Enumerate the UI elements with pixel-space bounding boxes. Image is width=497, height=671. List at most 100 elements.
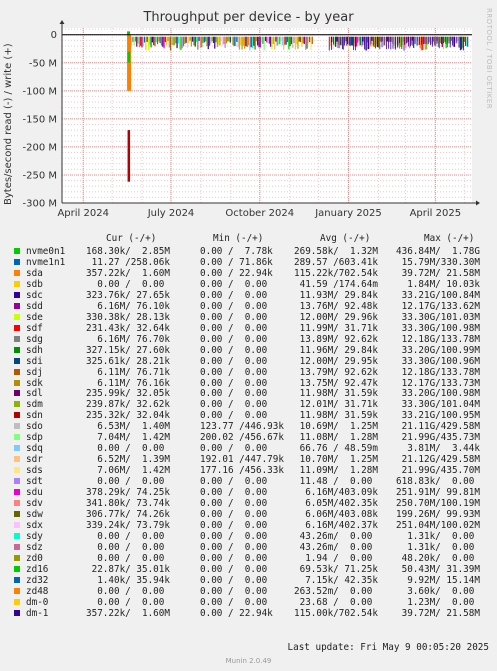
legend-swatch	[14, 522, 20, 528]
cur-value: 6.53M/ 1.40M	[86, 421, 170, 433]
min-value: 200.02 /456.67k	[200, 432, 284, 444]
max-value: 250.70M/100.19M	[396, 498, 480, 510]
max-value: 12.17G/133.62M	[396, 300, 480, 312]
x-tick-label: April 2025	[410, 208, 461, 219]
cur-value: 0.00 / 0.00	[86, 552, 165, 564]
avg-value: 11.09M/ 1.28M	[294, 465, 378, 477]
cur-value: 168.30k/ 2.85M	[86, 246, 170, 257]
device-name: sdd	[26, 300, 43, 312]
write-blip	[127, 31, 131, 35]
cur-value: 378.29k/ 74.25k	[86, 487, 170, 499]
avg-value: 269.58k/ 1.32M	[294, 246, 378, 257]
min-value: 0.00 / 0.00	[200, 552, 268, 564]
avg-value: 12.01M/ 31.71k	[294, 399, 378, 411]
avg-value: 13.76M/ 92.48k	[294, 300, 378, 312]
max-value: 618.83k/ 0.00	[396, 476, 475, 488]
device-name: sdu	[26, 487, 43, 499]
device-name: sdx	[26, 520, 43, 531]
legend-swatch	[14, 565, 20, 572]
legend-header-min: Min (-/+)	[213, 233, 264, 244]
cur-value: 0.00 / 0.00	[86, 476, 165, 488]
legend-swatch	[14, 302, 20, 309]
min-value: 0.00 / 0.00	[200, 487, 268, 499]
munin-graph: Throughput per device - by year Bytes/se…	[0, 0, 497, 671]
min-value: 0.00 / 0.00	[200, 388, 268, 400]
min-value: 123.77 /446.93k	[200, 421, 284, 433]
device-name: zd48	[26, 585, 49, 597]
min-value: 0.00 / 0.00	[200, 311, 268, 323]
max-value: 33.30G/101.03M	[396, 311, 480, 323]
avg-value: 12.00M/ 29.95k	[294, 355, 378, 367]
avg-value: 115.00k/702.54k	[294, 607, 378, 619]
min-value: 0.00 / 0.00	[200, 596, 268, 608]
cur-value: 6.11M/ 76.16k	[86, 377, 170, 389]
plot-background	[62, 28, 472, 203]
device-name: sdi	[26, 355, 43, 367]
max-value: 3.60k/ 0.00	[396, 585, 475, 597]
max-value: 21.11G/429.58M	[396, 421, 480, 433]
x-tick-label: April 2024	[57, 208, 108, 219]
legend-swatch	[14, 368, 20, 375]
x-axis-arrow	[476, 200, 480, 206]
cur-value: 325.61k/ 28.21k	[86, 355, 170, 367]
min-value: 0.00 / 0.00	[200, 377, 268, 389]
avg-value: 6.05M/402.35k	[294, 498, 378, 510]
min-value: 0.00 / 71.86k	[200, 256, 273, 268]
legend-swatch	[14, 576, 20, 583]
device-name: sdz	[26, 541, 43, 553]
cur-value: 6.16M/ 76.70k	[86, 333, 170, 345]
legend-swatch	[14, 467, 20, 474]
spike-red	[127, 130, 131, 182]
avg-value: 13.75M/ 92.47k	[294, 377, 378, 389]
avg-value: 6.16M/402.37k	[294, 520, 378, 531]
max-value: 199.26M/ 99.93M	[396, 509, 480, 521]
max-value: 1.31k/ 0.00	[396, 530, 475, 542]
device-name: sdp	[26, 432, 43, 444]
avg-value: 11.48 / 0.00	[294, 476, 373, 488]
avg-value: 11.96M/ 29.84k	[294, 344, 378, 356]
legend-swatch	[14, 248, 20, 254]
cur-value: 323.76k/ 27.65k	[86, 289, 170, 301]
device-name: sdo	[26, 421, 43, 433]
avg-value: 11.99M/ 31.71k	[294, 322, 378, 334]
spike-green	[127, 51, 131, 63]
min-value: 0.00 / 0.00	[200, 333, 268, 345]
device-name: sdf	[26, 322, 43, 334]
min-value: 0.00 / 0.00	[200, 344, 268, 356]
avg-value: 7.15k/ 42.35k	[294, 574, 378, 586]
cur-value: 11.27 /258.06k	[86, 256, 170, 268]
device-name: zd0	[26, 552, 43, 564]
device-name: nvme1n1	[26, 256, 66, 268]
min-value: 0.00 / 0.00	[200, 585, 268, 597]
max-value: 33.21G/100.95M	[396, 410, 480, 422]
cur-value: 0.00 / 0.00	[86, 530, 165, 542]
min-value: 0.00 / 0.00	[200, 498, 268, 510]
legend-swatch	[14, 434, 20, 441]
avg-value: 41.59 /174.64m	[294, 278, 378, 290]
device-name: dm-1	[26, 607, 49, 619]
min-value: 0.00 / 0.00	[200, 563, 268, 575]
legend-swatch	[14, 598, 20, 605]
device-name: sdb	[26, 278, 43, 290]
avg-value: 11.08M/ 1.28M	[294, 432, 378, 444]
legend-swatch	[14, 609, 20, 616]
cur-value: 330.38k/ 28.13k	[86, 311, 170, 323]
cur-value: 235.32k/ 32.04k	[86, 410, 170, 422]
min-value: 0.00 / 0.00	[200, 541, 268, 553]
min-value: 0.00 / 0.00	[200, 520, 268, 531]
avg-value: 43.26m/ 0.00	[294, 530, 373, 542]
legend-swatch	[14, 543, 20, 550]
y-tick-label: -50 M	[29, 58, 57, 69]
avg-value: 263.52m/ 0.00	[294, 585, 373, 597]
avg-value: 13.89M/ 92.62k	[294, 333, 378, 345]
device-name: sdk	[26, 377, 43, 389]
max-value: 33.20G/100.98M	[396, 388, 480, 400]
legend-swatch	[14, 357, 20, 364]
legend-swatch	[14, 445, 20, 452]
cur-value: 6.16M/ 76.10k	[86, 300, 170, 312]
cur-value: 6.11M/ 76.71k	[86, 366, 170, 378]
min-value: 0.00 / 0.00	[200, 399, 268, 411]
legend-header-avg: Avg (-/+)	[320, 233, 371, 244]
cur-value: 239.87k/ 32.62k	[86, 399, 170, 411]
min-value: 0.00 / 0.00	[200, 443, 268, 455]
